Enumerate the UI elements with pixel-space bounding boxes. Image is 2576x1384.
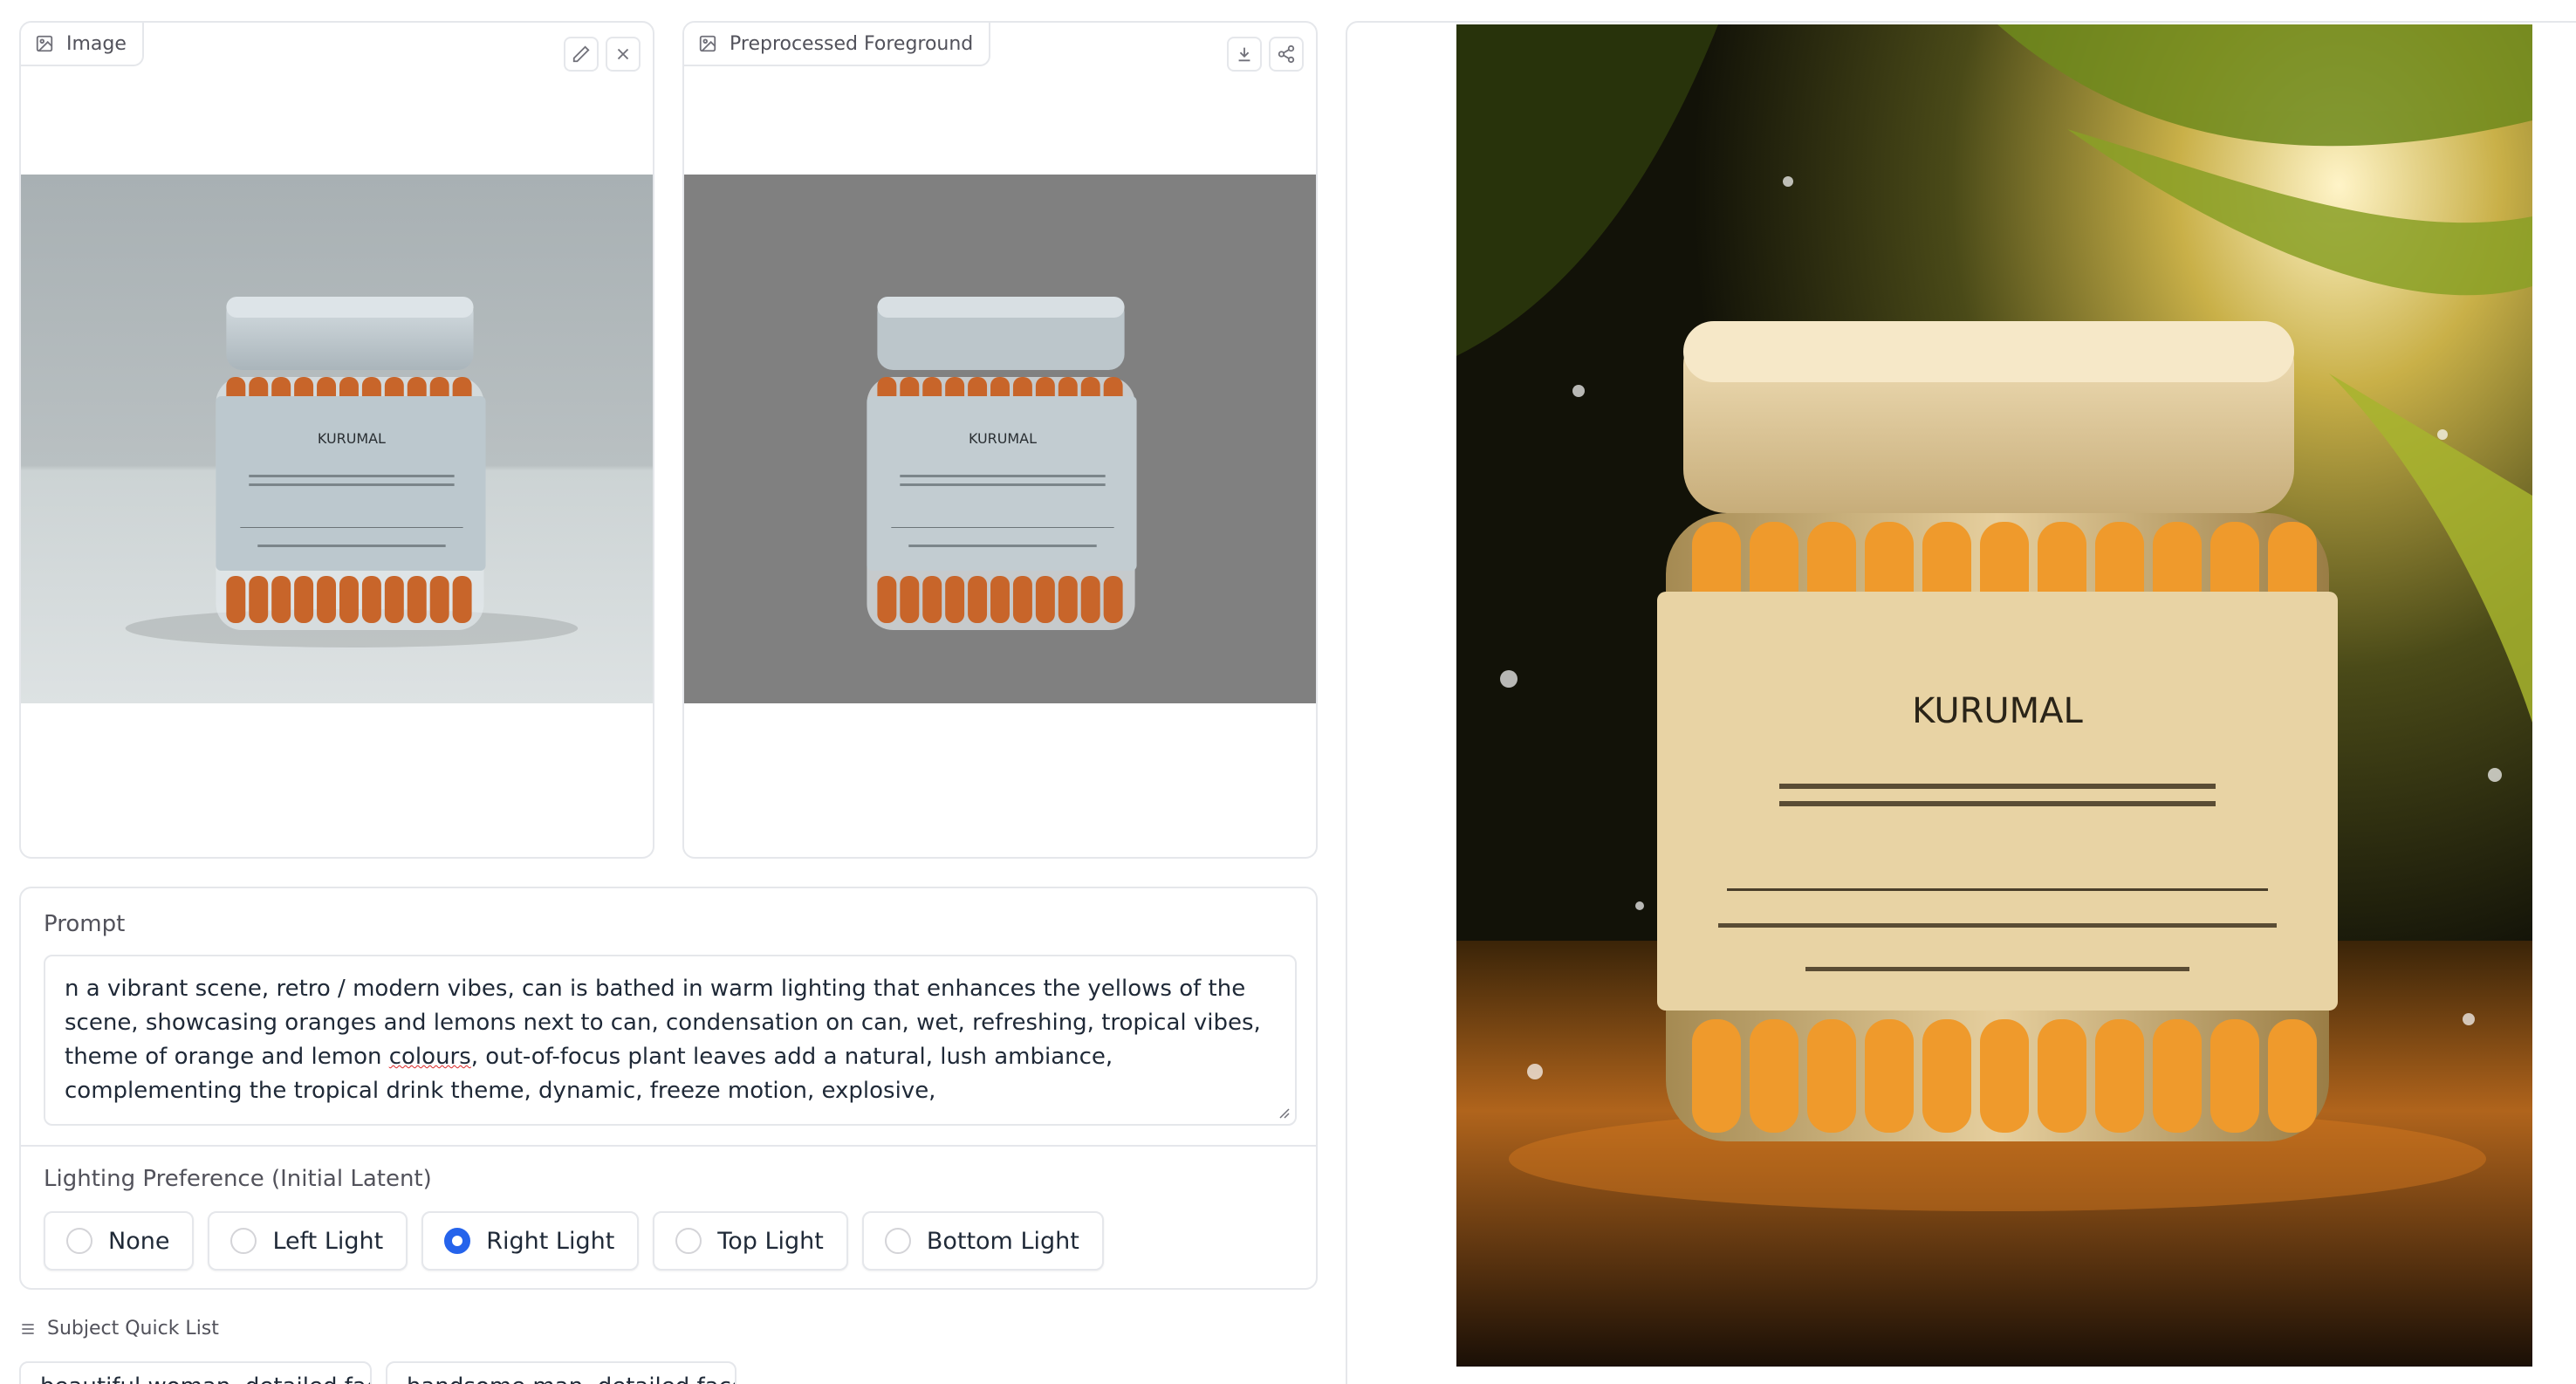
input-image-label: Image [21,23,144,66]
download-button[interactable] [1227,37,1262,72]
output-jar-photo: KURUMAL [1456,24,2532,1367]
output-gallery-panel: KURUMAL [1346,21,2576,1384]
foreground-panel: Preprocessed Foreground KURUMAL [682,21,1318,859]
radio-circle [230,1228,257,1254]
output-jar-brand: KURUMAL [1912,691,2083,731]
quick-list-item-label: beautiful woman, detailed face [40,1374,370,1384]
list-icon [22,1323,34,1334]
jar: KURUMAL [1657,321,2338,1141]
radio-circle [675,1228,702,1254]
lighting-option-bottom[interactable]: Bottom Light [861,1211,1104,1271]
radio-circle [884,1228,911,1254]
foreground-jar-brand: KURUMAL [969,430,1037,447]
input-image-title: Image [66,32,127,55]
input-image-preview[interactable]: KURUMAL [21,175,653,703]
pencil-icon [572,45,590,63]
prompt-lighting-block: Prompt n a vibrant scene, retro / modern… [19,887,1318,1290]
lighting-option-label: Right Light [486,1227,615,1255]
foreground-preview: KURUMAL [684,175,1316,703]
input-image-panel[interactable]: Image KURUMAL [19,21,654,859]
resize-handle-icon[interactable] [1276,1105,1290,1119]
image-icon [36,35,53,52]
output-image[interactable]: KURUMAL [1456,24,2532,1367]
quick-list-item[interactable]: handsome man, detailed face [386,1361,736,1384]
input-image-tools [564,37,641,72]
foreground-label: Preprocessed Foreground [684,23,991,66]
jar: KURUMAL [216,297,486,630]
radio-circle-selected [444,1228,471,1254]
quick-list-item[interactable]: beautiful woman, detailed face [19,1361,372,1384]
close-icon [617,48,629,60]
lighting-option-right[interactable]: Right Light [421,1211,640,1271]
prompt-misspelled-word: colours [388,1044,471,1070]
lighting-option-label: None [108,1227,170,1255]
prompt-textarea[interactable]: n a vibrant scene, retro / modern vibes,… [44,955,1297,1126]
share-button[interactable] [1269,37,1304,72]
subject-quick-list-header: Subject Quick List [19,1318,219,1339]
section-divider [21,1145,1316,1147]
prompt-label: Prompt [44,911,126,937]
lighting-option-label: Left Light [272,1227,384,1255]
input-jar-photo: KURUMAL [21,175,653,703]
foreground-jar-photo: KURUMAL [684,175,1316,703]
jar: KURUMAL [867,297,1137,630]
subject-quick-list-label: Subject Quick List [47,1318,219,1339]
quick-list-item-label: handsome man, detailed face [407,1374,735,1384]
radio-circle [66,1228,92,1254]
lighting-option-label: Bottom Light [926,1227,1079,1255]
foreground-tools [1227,37,1304,72]
app-root: Image KURUMAL Preprocessed Foreground KU… [0,0,2576,1384]
lighting-option-left[interactable]: Left Light [208,1211,408,1271]
lighting-radio-group: None Left Light Right Light Top Light Bo… [44,1211,1104,1271]
lighting-label: Lighting Preference (Initial Latent) [44,1166,432,1192]
clear-button[interactable] [606,37,641,72]
lighting-option-top[interactable]: Top Light [653,1211,848,1271]
image-icon [699,35,716,52]
lighting-option-none[interactable]: None [44,1211,195,1271]
edit-button[interactable] [564,37,599,72]
share-icon [1278,45,1295,64]
foreground-title: Preprocessed Foreground [730,32,974,55]
download-icon [1238,47,1250,62]
input-jar-brand: KURUMAL [318,430,386,447]
lighting-option-label: Top Light [717,1227,824,1255]
